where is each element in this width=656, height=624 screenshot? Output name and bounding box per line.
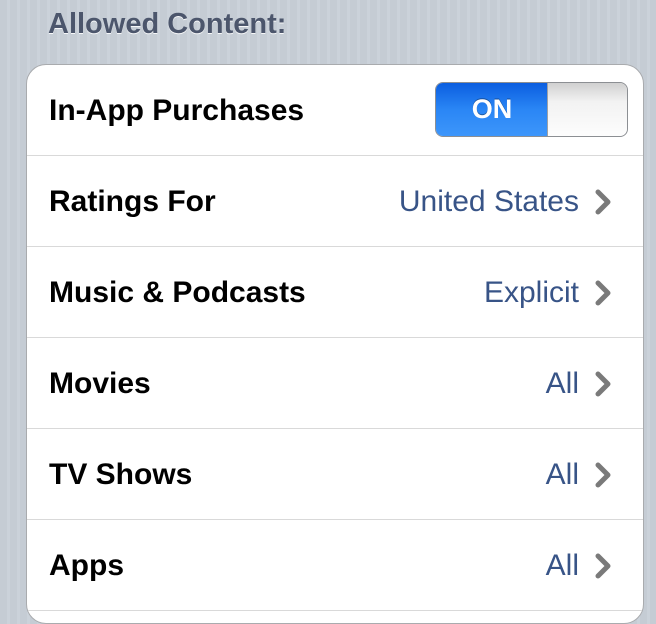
chevron-right-icon — [593, 553, 615, 579]
toggle-knob[interactable] — [547, 83, 627, 136]
row-value: All — [545, 458, 579, 491]
row-label: TV Shows — [49, 458, 193, 491]
row-value: United States — [398, 185, 579, 218]
allowed-content-group: In-App Purchases ON Ratings For United S… — [26, 64, 644, 624]
row-value: All — [545, 367, 579, 400]
row-ratings-for[interactable]: Ratings For United States — [27, 156, 643, 247]
chevron-right-icon — [593, 189, 615, 215]
row-label: Movies — [49, 367, 151, 400]
toggle-on-label: ON — [436, 83, 548, 136]
row-tv-shows[interactable]: TV Shows All — [27, 429, 643, 520]
chevron-right-icon — [593, 280, 615, 306]
row-value: Explicit — [483, 276, 579, 309]
chevron-right-icon — [593, 371, 615, 397]
chevron-right-icon — [593, 462, 615, 488]
row-label: In-App Purchases — [49, 94, 305, 127]
row-music-podcasts[interactable]: Music & Podcasts Explicit — [27, 247, 643, 338]
row-label: Apps — [49, 549, 124, 582]
row-movies[interactable]: Movies All — [27, 338, 643, 429]
row-value: All — [545, 549, 579, 582]
row-label: Ratings For — [49, 185, 216, 218]
row-apps[interactable]: Apps All — [27, 520, 643, 611]
row-label: Music & Podcasts — [49, 276, 306, 309]
section-header-allowed-content: Allowed Content: — [48, 8, 287, 40]
row-in-app-purchases: In-App Purchases ON — [27, 65, 643, 156]
in-app-purchases-toggle[interactable]: ON — [435, 82, 628, 137]
